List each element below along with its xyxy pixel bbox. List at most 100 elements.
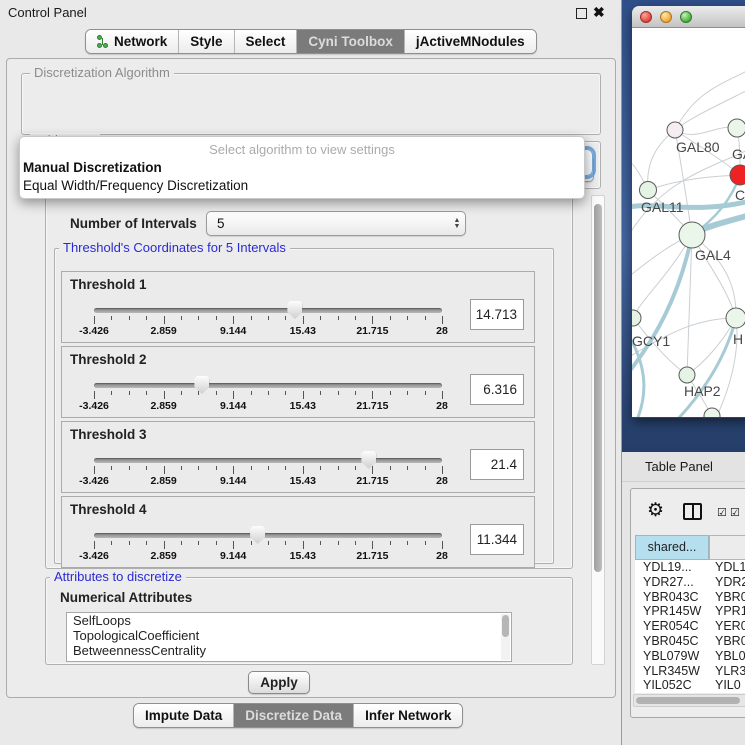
slider-tick-label: 28 bbox=[436, 325, 448, 337]
minimize-traffic-light-icon[interactable] bbox=[660, 11, 672, 23]
table-row[interactable]: YLR345WYLR3 bbox=[635, 664, 745, 679]
checkbox-icon[interactable]: ☑ bbox=[730, 506, 740, 519]
network-node-h[interactable] bbox=[726, 308, 745, 328]
checkbox-icon[interactable]: ☑ bbox=[717, 506, 727, 519]
slider-handle[interactable] bbox=[194, 376, 209, 394]
shared-name-cell: YBR045C bbox=[635, 634, 709, 649]
table-row[interactable]: YBR043CYBR0 bbox=[635, 590, 745, 605]
tab-style[interactable]: Style bbox=[179, 30, 234, 53]
slider-tick-label: 9.144 bbox=[220, 550, 246, 562]
screen: Control Panel ✖ NetworkStyleSelectCyni T… bbox=[0, 0, 745, 745]
table-row[interactable]: YDL19...YDL1 bbox=[635, 560, 745, 575]
attribute-list-item[interactable]: TopologicalCoefficient bbox=[67, 628, 511, 643]
number-of-intervals-combobox[interactable]: 5 ▲▼ bbox=[206, 211, 466, 236]
network-edge[interactable] bbox=[632, 235, 692, 378]
slider-tick-label: 28 bbox=[436, 400, 448, 412]
network-canvas[interactable]: GAL80GACGAL11GAL4GCY1HHAP2 bbox=[632, 28, 745, 417]
slider-track[interactable] bbox=[94, 533, 442, 538]
name-cell: YBL0 bbox=[709, 649, 745, 664]
network-edge[interactable] bbox=[633, 235, 692, 318]
tab-discretize-data[interactable]: Discretize Data bbox=[234, 704, 354, 727]
slider-tick bbox=[285, 466, 286, 470]
scrollbar-thumb[interactable] bbox=[594, 204, 602, 572]
network-node-hap2[interactable] bbox=[679, 367, 695, 383]
table-row[interactable]: YIL052CYIL0 bbox=[635, 678, 745, 693]
tab-cyni-toolbox[interactable]: Cyni Toolbox bbox=[297, 30, 405, 53]
slider-handle[interactable] bbox=[287, 301, 302, 319]
panel-vertical-scrollbar[interactable] bbox=[591, 195, 605, 665]
name-cell: YBR0 bbox=[709, 590, 745, 605]
tab-select[interactable]: Select bbox=[235, 30, 298, 53]
table-row[interactable]: YDR27...YDR2 bbox=[635, 575, 745, 590]
gear-icon[interactable]: ⚙ bbox=[647, 501, 664, 520]
threshold-label: Threshold 2 bbox=[70, 352, 147, 367]
table-row[interactable]: YBL079WYBL0 bbox=[635, 649, 745, 664]
numerical-attributes-list[interactable]: SelfLoopsTopologicalCoefficientBetweenne… bbox=[66, 612, 512, 662]
threshold-value-field[interactable]: 21.4 bbox=[470, 449, 524, 480]
scrollbar-thumb[interactable] bbox=[636, 697, 740, 704]
column-header-shared-name[interactable]: shared... bbox=[635, 535, 709, 560]
slider-tick bbox=[251, 391, 252, 395]
slider-tick bbox=[303, 466, 304, 474]
network-node-label: H bbox=[733, 331, 743, 347]
tab-infer-network[interactable]: Infer Network bbox=[354, 704, 462, 727]
slider-track[interactable] bbox=[94, 308, 442, 313]
slider-tick bbox=[390, 541, 391, 545]
close-traffic-light-icon[interactable] bbox=[640, 11, 652, 23]
table-row[interactable]: YBR045CYBR0 bbox=[635, 634, 745, 649]
slider-tick-label: 2.859 bbox=[150, 400, 176, 412]
table-row[interactable]: YPR145WYPR1 bbox=[635, 604, 745, 619]
tab-impute-data[interactable]: Impute Data bbox=[134, 704, 234, 727]
tab-network[interactable]: Network bbox=[86, 30, 179, 53]
network-node-gal4[interactable] bbox=[679, 222, 705, 248]
slider-tick bbox=[355, 466, 356, 470]
network-edge[interactable] bbox=[648, 130, 675, 190]
slider-tick bbox=[355, 391, 356, 395]
numerical-attributes-label: Numerical Attributes bbox=[60, 590, 192, 605]
slider-tick-label: 21.715 bbox=[356, 550, 388, 562]
slider-handle[interactable] bbox=[361, 451, 376, 469]
attribute-list-item[interactable]: BetweennessCentrality bbox=[67, 643, 511, 658]
thresholds-group: Threshold's Coordinates for 5 Intervals … bbox=[54, 248, 554, 564]
slider-track[interactable] bbox=[94, 458, 442, 463]
tab-jactivemnodules[interactable]: jActiveMNodules bbox=[405, 30, 536, 53]
split-columns-icon[interactable] bbox=[683, 503, 702, 520]
network-node-ga[interactable] bbox=[728, 119, 745, 137]
slider-tick-label: -3.426 bbox=[79, 475, 109, 487]
network-node-gal80[interactable] bbox=[667, 122, 683, 138]
slider-tick-label: 15.43 bbox=[290, 475, 316, 487]
network-icon bbox=[97, 35, 109, 49]
network-node-c[interactable] bbox=[730, 165, 745, 185]
network-node-gcy1[interactable] bbox=[632, 310, 641, 326]
attribute-list-item[interactable]: SelfLoops bbox=[67, 613, 511, 628]
float-window-icon[interactable] bbox=[576, 8, 587, 19]
threshold-value-field[interactable]: 6.316 bbox=[470, 374, 524, 405]
slider-tick bbox=[320, 541, 321, 545]
slider-tick bbox=[198, 391, 199, 395]
slider-tick bbox=[303, 316, 304, 324]
threshold-value-field[interactable]: 11.344 bbox=[470, 524, 524, 555]
list-scrollbar[interactable] bbox=[501, 614, 510, 660]
slider-tick bbox=[164, 541, 165, 549]
close-window-icon[interactable]: ✖ bbox=[593, 4, 605, 21]
slider-tick bbox=[425, 316, 426, 320]
slider-track[interactable] bbox=[94, 383, 442, 388]
slider-tick bbox=[355, 316, 356, 320]
network-node-gal11[interactable] bbox=[640, 182, 657, 199]
threshold-value-field[interactable]: 14.713 bbox=[470, 299, 524, 330]
dropdown-option-equal-width[interactable]: Equal Width/Frequency Discretization bbox=[20, 177, 584, 195]
slider-tick-label: -3.426 bbox=[79, 550, 109, 562]
slider-handle[interactable] bbox=[250, 526, 265, 544]
slider-tick bbox=[251, 541, 252, 545]
network-edge[interactable] bbox=[687, 318, 736, 375]
slider-tick bbox=[425, 391, 426, 395]
dropdown-option-manual[interactable]: Manual Discretization bbox=[20, 159, 584, 177]
zoom-traffic-light-icon[interactable] bbox=[680, 11, 692, 23]
slider-tick bbox=[338, 541, 339, 545]
table-row[interactable]: YER054CYER0 bbox=[635, 619, 745, 634]
column-header-name[interactable]: na... bbox=[709, 535, 745, 560]
apply-button[interactable]: Apply bbox=[248, 671, 310, 694]
network-edge[interactable] bbox=[648, 175, 740, 190]
table-horizontal-scrollbar[interactable] bbox=[633, 694, 745, 707]
network-node[interactable] bbox=[704, 408, 720, 417]
